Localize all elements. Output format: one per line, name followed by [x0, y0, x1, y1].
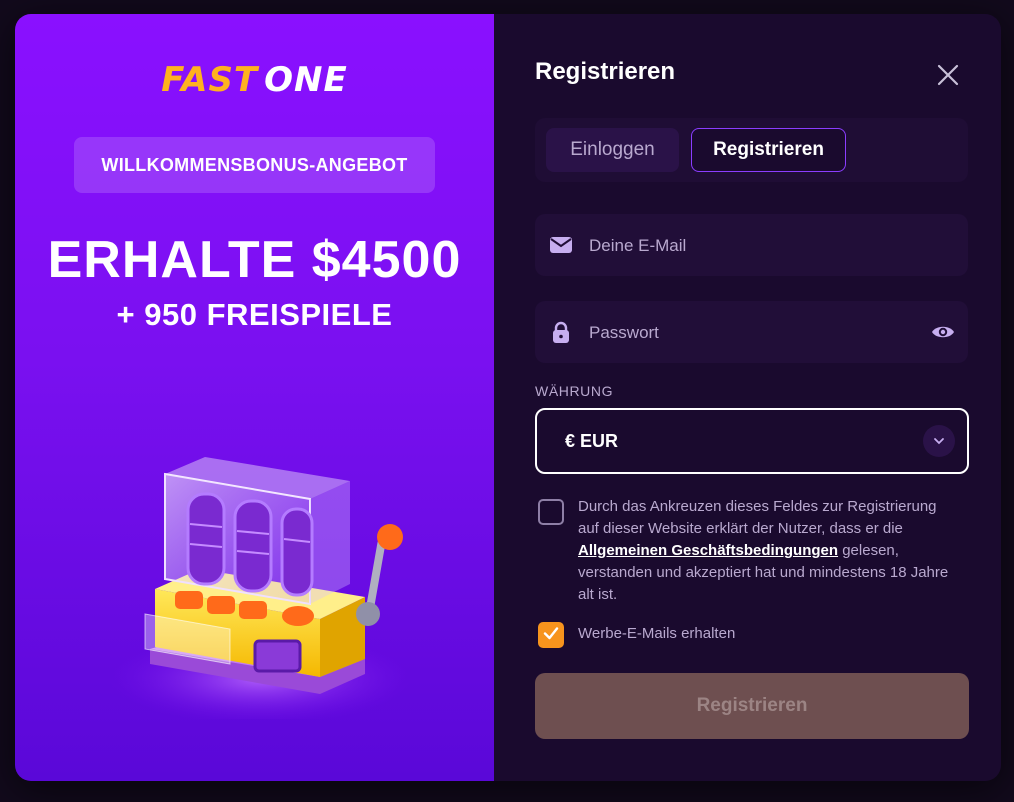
lock-icon — [549, 320, 573, 344]
brand-logo: FAST ONE — [15, 60, 494, 100]
currency-label: WÄHRUNG — [535, 383, 614, 399]
terms-text: Durch das Ankreuzen dieses Feldes zur Re… — [578, 496, 953, 606]
newsletter-label: Werbe-E-Mails erhalten — [578, 625, 736, 642]
envelope-icon — [549, 233, 573, 257]
chevron-down-icon — [923, 425, 955, 457]
bonus-badge: WILLKOMMENSBONUS-ANGEBOT — [74, 137, 435, 193]
terms-checkbox[interactable] — [538, 499, 564, 525]
checkmark-icon — [542, 624, 560, 647]
currency-value: € EUR — [565, 431, 619, 451]
newsletter-checkbox[interactable] — [538, 622, 564, 648]
auth-tabs: Einloggen Registrieren — [535, 118, 968, 182]
bonus-subline: + 950 FREISPIELE — [116, 297, 393, 332]
terms-text-before: Durch das Ankreuzen dieses Feldes zur Re… — [578, 498, 937, 537]
slot-machine-icon — [110, 419, 410, 724]
registration-modal: FAST ONE WILLKOMMENSBONUS-ANGEBOT ERHALTE… — [15, 14, 1001, 781]
logo-one: ONE — [264, 60, 348, 100]
register-button[interactable]: Registrieren — [535, 673, 969, 739]
registration-form: Registrieren Einloggen Registrieren Dein… — [494, 14, 1001, 781]
bonus-headline: ERHALTE $4500 — [47, 231, 462, 289]
currency-select[interactable]: € EUR — [535, 408, 969, 474]
eye-icon[interactable] — [931, 320, 955, 344]
form-title: Registrieren — [535, 58, 676, 85]
email-field — [535, 214, 968, 278]
tab-register[interactable]: Registrieren — [691, 128, 846, 172]
email-input[interactable] — [587, 214, 921, 278]
password-field — [535, 301, 968, 365]
terms-link[interactable]: Allgemeinen Geschäftsbedingungen — [578, 542, 838, 559]
promo-panel: FAST ONE WILLKOMMENSBONUS-ANGEBOT ERHALTE… — [15, 14, 494, 781]
logo-fast: FAST — [161, 60, 259, 100]
tab-login[interactable]: Einloggen — [546, 128, 679, 172]
password-input[interactable] — [587, 301, 921, 365]
close-icon[interactable] — [934, 61, 962, 89]
